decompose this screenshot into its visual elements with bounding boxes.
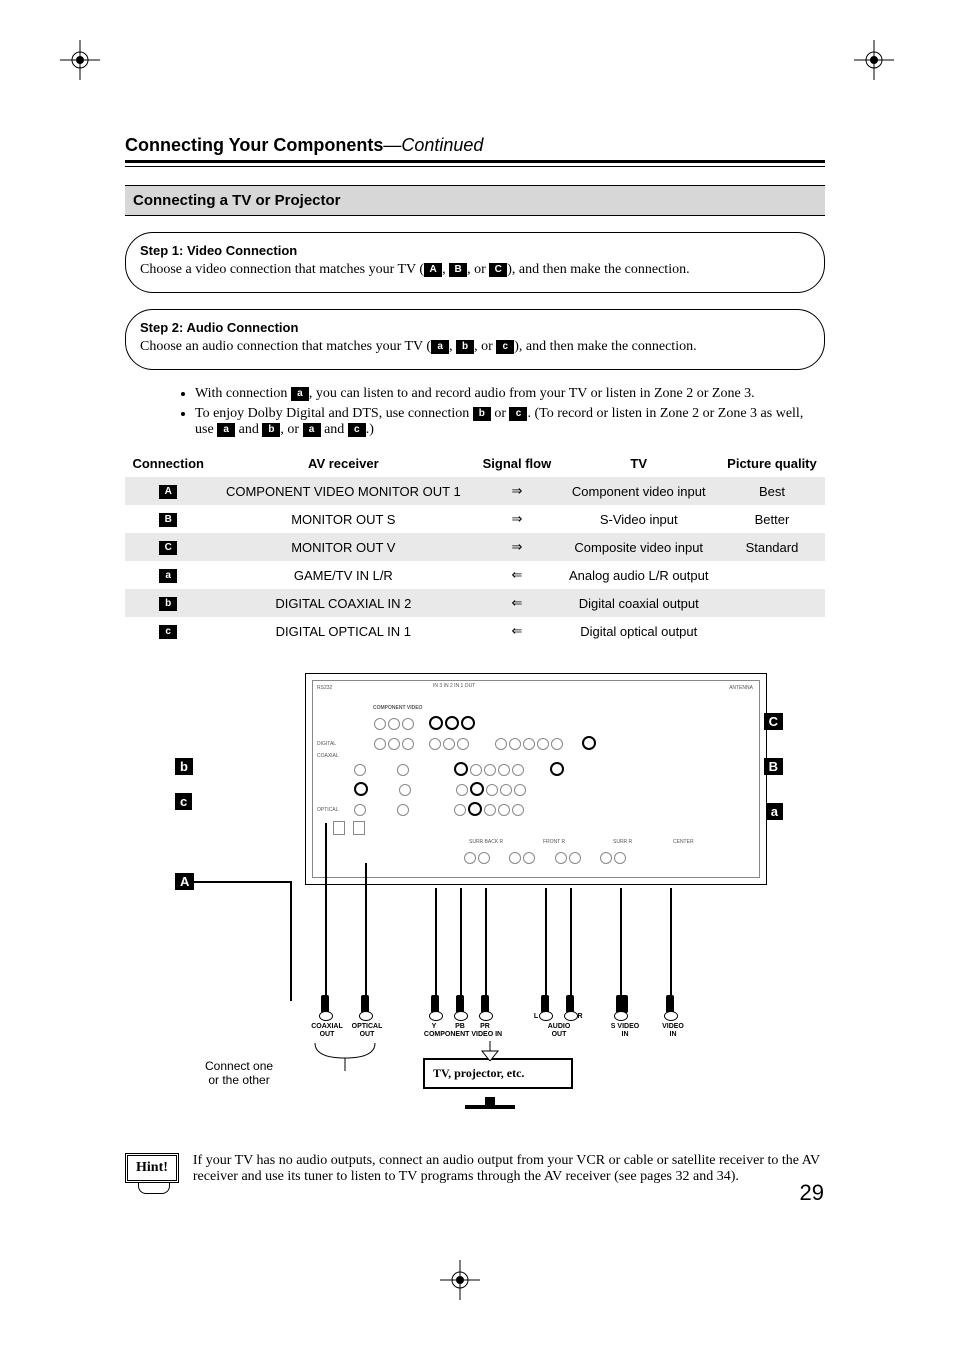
chip-A: A: [424, 263, 442, 277]
plug-coax: [321, 995, 329, 1013]
title-continued: —Continued: [383, 135, 483, 155]
cable-video: [670, 888, 672, 1001]
table-row: CMONITOR OUT V⇒Composite video inputStan…: [125, 533, 825, 561]
plug-al: [541, 995, 549, 1013]
step2-body: Choose an audio connection that matches …: [140, 339, 810, 355]
crop-mark-tl: [60, 40, 100, 80]
hint-badge: Hint!: [125, 1153, 179, 1183]
cable-comp-pb: [460, 888, 462, 1001]
note-2: To enjoy Dolby Digital and DTS, use conn…: [195, 406, 825, 438]
note-1: With connection a, you can listen to and…: [195, 386, 825, 402]
receiver-rear-panel: RS232 IN 3 IN 2 IN 1 OUT COMPONENT VIDEO…: [305, 673, 767, 885]
plug-y: [431, 995, 439, 1013]
th-quality: Picture quality: [719, 450, 825, 477]
wiring-diagram: RS232 IN 3 IN 2 IN 1 OUT COMPONENT VIDEO…: [175, 663, 775, 1123]
title-text: Connecting Your Components: [125, 135, 383, 155]
plug-opt: [361, 995, 369, 1013]
notes-list: With connection a, you can listen to and…: [155, 386, 825, 438]
cable-A: [290, 881, 292, 1001]
chip-a: a: [431, 340, 449, 354]
callout-C: C: [764, 713, 783, 730]
th-flow: Signal flow: [475, 450, 558, 477]
cable-audio-l: [545, 888, 547, 1001]
chip-C: C: [489, 263, 507, 277]
title-rule: [125, 160, 825, 167]
step1-box: Step 1: Video Connection Choose a video …: [125, 232, 825, 293]
cable-opt: [365, 863, 367, 1001]
step1-body: Choose a video connection that matches y…: [140, 262, 810, 278]
callout-c: c: [175, 793, 192, 810]
table-row: ACOMPONENT VIDEO MONITOR OUT 1⇒Component…: [125, 477, 825, 505]
table-row: aGAME/TV IN L/R⇐Analog audio L/R output: [125, 561, 825, 589]
step2-title: Step 2: Audio Connection: [140, 320, 810, 335]
table-row: BMONITOR OUT S⇒S-Video inputBetter: [125, 505, 825, 533]
callout-A: A: [175, 873, 194, 890]
tv-stand-icon: [465, 1097, 515, 1115]
plug-ar: [566, 995, 574, 1013]
plug-pb: [456, 995, 464, 1013]
chip-b: b: [456, 340, 474, 354]
hint-block: Hint! If your TV has no audio outputs, c…: [125, 1153, 825, 1185]
cable-comp-pr: [485, 888, 487, 1001]
cable-svideo: [620, 888, 622, 1001]
th-receiver: AV receiver: [211, 450, 475, 477]
callout-a: a: [766, 803, 783, 820]
crop-mark-tr: [854, 40, 894, 80]
plug-pr: [481, 995, 489, 1013]
hint-text: If your TV has no audio outputs, connect…: [193, 1153, 825, 1185]
crop-mark-bottom: [440, 1260, 480, 1300]
cable-audio-r: [570, 888, 572, 1001]
table-row: cDIGITAL OPTICAL IN 1⇐Digital optical ou…: [125, 617, 825, 645]
callout-b: b: [175, 758, 193, 775]
callout-B: B: [764, 758, 783, 775]
table-row: bDIGITAL COAXIAL IN 2⇐Digital coaxial ou…: [125, 589, 825, 617]
cable-comp-y: [435, 888, 437, 1001]
page-title: Connecting Your Components—Continued: [125, 135, 825, 156]
brace-icon: [305, 1043, 385, 1083]
connect-note: Connect one or the other: [205, 1059, 273, 1087]
arrow-down-icon: [475, 1041, 505, 1061]
section-heading: Connecting a TV or Projector: [125, 185, 825, 216]
chip-B: B: [449, 263, 467, 277]
plug-sv: [616, 995, 628, 1013]
step1-title: Step 1: Video Connection: [140, 243, 810, 258]
tv-box: TV, projector, etc.: [423, 1058, 573, 1089]
connection-table: Connection AV receiver Signal flow TV Pi…: [125, 450, 825, 645]
th-connection: Connection: [125, 450, 211, 477]
step2-box: Step 2: Audio Connection Choose an audio…: [125, 309, 825, 370]
cable-coax: [325, 823, 327, 1001]
plug-v: [666, 995, 674, 1013]
chip-c: c: [496, 340, 514, 354]
th-tv: TV: [559, 450, 719, 477]
page-number: 29: [800, 1180, 824, 1206]
